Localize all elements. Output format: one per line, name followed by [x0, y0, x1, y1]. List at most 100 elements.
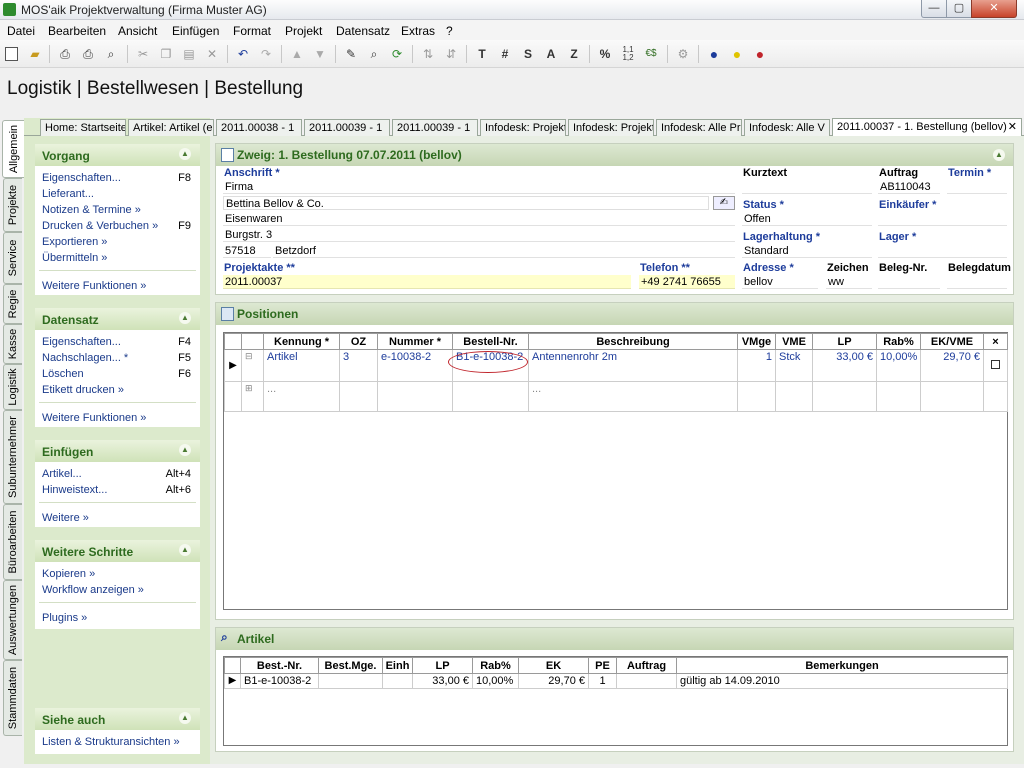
field-telefon[interactable]: +49 2741 76655	[639, 275, 735, 289]
edit-pencil-icon[interactable]: ✎	[343, 46, 359, 62]
table-row[interactable]: ▶ B1-e-10038-2 33,00 € 10,00% 29,70 € 1 …	[224, 673, 1008, 689]
doc-tab[interactable]: 2011.00039 - 1	[392, 119, 478, 136]
action-uebermitteln[interactable]: Übermitteln »	[42, 252, 107, 264]
column-header[interactable]: Auftrag	[616, 657, 677, 674]
column-header[interactable]: Best.-Nr.	[240, 657, 319, 674]
field-plz[interactable]: 57518	[223, 244, 271, 258]
cell-kennung[interactable]: Artikel	[263, 349, 340, 382]
field-anschrift-1[interactable]: Firma	[223, 180, 735, 194]
section-positionen-header[interactable]: Positionen	[216, 303, 1013, 325]
action-weitere-funktionen[interactable]: Weitere Funktionen »	[42, 412, 146, 424]
field-lager[interactable]	[878, 244, 1007, 258]
undo-icon[interactable]: ↶	[235, 46, 251, 62]
field-ort[interactable]: Betzdorf	[273, 244, 735, 258]
move-down-icon[interactable]: ▼	[312, 46, 328, 62]
column-header[interactable]: Rab%	[472, 657, 519, 674]
zoom-icon[interactable]: ⌕	[366, 46, 382, 62]
cell-best-nr[interactable]: B1-e-10038-2	[240, 673, 319, 689]
field-beleg-nr[interactable]	[878, 275, 940, 289]
field-auftrag[interactable]: AB110043	[878, 180, 940, 194]
cell-ek-vme[interactable]: 29,70 €	[920, 349, 984, 382]
section-artikel-header[interactable]: ⌕ Artikel	[216, 628, 1013, 650]
action-nachschlagen[interactable]: Nachschlagen... *	[42, 352, 128, 364]
column-header[interactable]: ×	[983, 333, 1008, 350]
field-anschrift-2[interactable]: Bettina Bellov & Co.	[223, 196, 709, 210]
menu-datei[interactable]: Datei	[7, 24, 35, 38]
address-lookup-icon[interactable]: ✍	[713, 196, 735, 210]
column-header[interactable]: Nummer *	[377, 333, 453, 350]
action-listen-strukturansichten[interactable]: Listen & Strukturansichten »	[42, 736, 180, 748]
column-header[interactable]: Rab%	[876, 333, 921, 350]
redo-icon[interactable]: ↷	[258, 46, 274, 62]
open-folder-icon[interactable]: ▰	[27, 46, 43, 62]
text-format-s[interactable]: S	[520, 46, 536, 62]
action-etikett-drucken[interactable]: Etikett drucken »	[42, 384, 124, 396]
cell-new-kennung[interactable]: ...	[263, 381, 340, 412]
sort-ascending-icon[interactable]: ⇅	[420, 46, 436, 62]
menu-help[interactable]: ?	[446, 24, 453, 38]
collapse-icon[interactable]: ▲	[179, 148, 191, 160]
cell-pe[interactable]: 1	[588, 673, 617, 689]
expand-icon[interactable]: ⊟	[241, 349, 264, 382]
action-eigenschaften[interactable]: Eigenschaften...	[42, 336, 121, 348]
copy-icon[interactable]: ❐	[158, 46, 174, 62]
menu-format[interactable]: Format	[233, 24, 271, 38]
field-status[interactable]: Offen	[742, 212, 872, 226]
doc-tab[interactable]: 2011.00038 - 1	[216, 119, 302, 136]
column-header[interactable]: OZ	[339, 333, 378, 350]
cell-lp[interactable]: 33,00 €	[812, 349, 877, 382]
menu-extras[interactable]: Extras	[401, 24, 435, 38]
column-header[interactable]: LP	[812, 333, 877, 350]
maximize-button[interactable]: ▢	[946, 0, 972, 18]
column-header[interactable]: Kennung *	[263, 333, 340, 350]
cell-lp[interactable]: 33,00 €	[412, 673, 473, 689]
text-format-hash[interactable]: #	[497, 46, 513, 62]
cell-einh[interactable]	[382, 673, 413, 689]
column-header[interactable]: EK	[518, 657, 589, 674]
vtab-stammdaten[interactable]: Stammdaten	[3, 660, 22, 736]
cell-vmge[interactable]: 1	[737, 349, 776, 382]
user-blue-icon[interactable]: ●	[706, 46, 722, 62]
action-weitere[interactable]: Weitere »	[42, 512, 89, 524]
menu-projekt[interactable]: Projekt	[285, 24, 322, 38]
print-preview-icon[interactable]: ⎙	[80, 46, 96, 62]
collapse-icon[interactable]: ▲	[179, 544, 191, 556]
field-belegdatum[interactable]	[947, 275, 1007, 289]
doc-tab[interactable]: 2011.00039 - 1	[304, 119, 390, 136]
field-projektakte[interactable]: 2011.00037	[223, 275, 631, 289]
print-icon[interactable]: ⎙	[57, 46, 73, 62]
field-lagerhaltung[interactable]: Standard	[742, 244, 872, 258]
text-format-a[interactable]: A	[543, 46, 559, 62]
cell-vme[interactable]: Stck	[775, 349, 813, 382]
vtab-logistik[interactable]: Logistik	[3, 364, 22, 410]
doc-tab[interactable]: Artikel: Artikel (e	[128, 119, 214, 136]
vtab-auswertungen[interactable]: Auswertungen	[3, 580, 22, 660]
field-adresse[interactable]: bellov	[742, 275, 818, 289]
search-icon[interactable]: ⌕	[103, 46, 119, 62]
doc-tab-active[interactable]: 2011.00037 - 1. Bestellung (bellov) ✕	[832, 118, 1022, 136]
text-format-z[interactable]: Z	[566, 46, 582, 62]
cell-oz[interactable]: 3	[339, 349, 378, 382]
action-workflow-anzeigen[interactable]: Workflow anzeigen »	[42, 584, 144, 596]
currency-icon[interactable]: €$	[643, 46, 659, 62]
cell-auftrag[interactable]	[616, 673, 677, 689]
cell-best-mge[interactable]	[318, 673, 383, 689]
close-tab-icon[interactable]: ✕	[1008, 120, 1017, 133]
column-header[interactable]: VME	[775, 333, 813, 350]
action-kopieren[interactable]: Kopieren »	[42, 568, 95, 580]
action-notizen-termine[interactable]: Notizen & Termine »	[42, 204, 141, 216]
vtab-kasse[interactable]: Kasse	[3, 324, 22, 364]
menu-datensatz[interactable]: Datensatz	[336, 24, 390, 38]
user-red-icon[interactable]: ●	[752, 46, 768, 62]
cell-bemerkungen[interactable]: gültig ab 14.09.2010	[676, 673, 1008, 689]
delete-icon[interactable]: ✕	[204, 46, 220, 62]
action-drucken-verbuchen[interactable]: Drucken & Verbuchen »	[42, 220, 158, 232]
field-einkaeufer[interactable]	[878, 212, 1007, 226]
action-hinweistext[interactable]: Hinweistext...	[42, 484, 107, 496]
cell-ek[interactable]: 29,70 €	[518, 673, 589, 689]
column-header[interactable]: Einh	[382, 657, 413, 674]
panel-datensatz-header[interactable]: Datensatz ▲	[35, 308, 200, 330]
refresh-icon[interactable]: ⟳	[389, 46, 405, 62]
collapse-icon[interactable]: ▲	[179, 312, 191, 324]
menu-bearbeiten[interactable]: Bearbeiten	[48, 24, 106, 38]
